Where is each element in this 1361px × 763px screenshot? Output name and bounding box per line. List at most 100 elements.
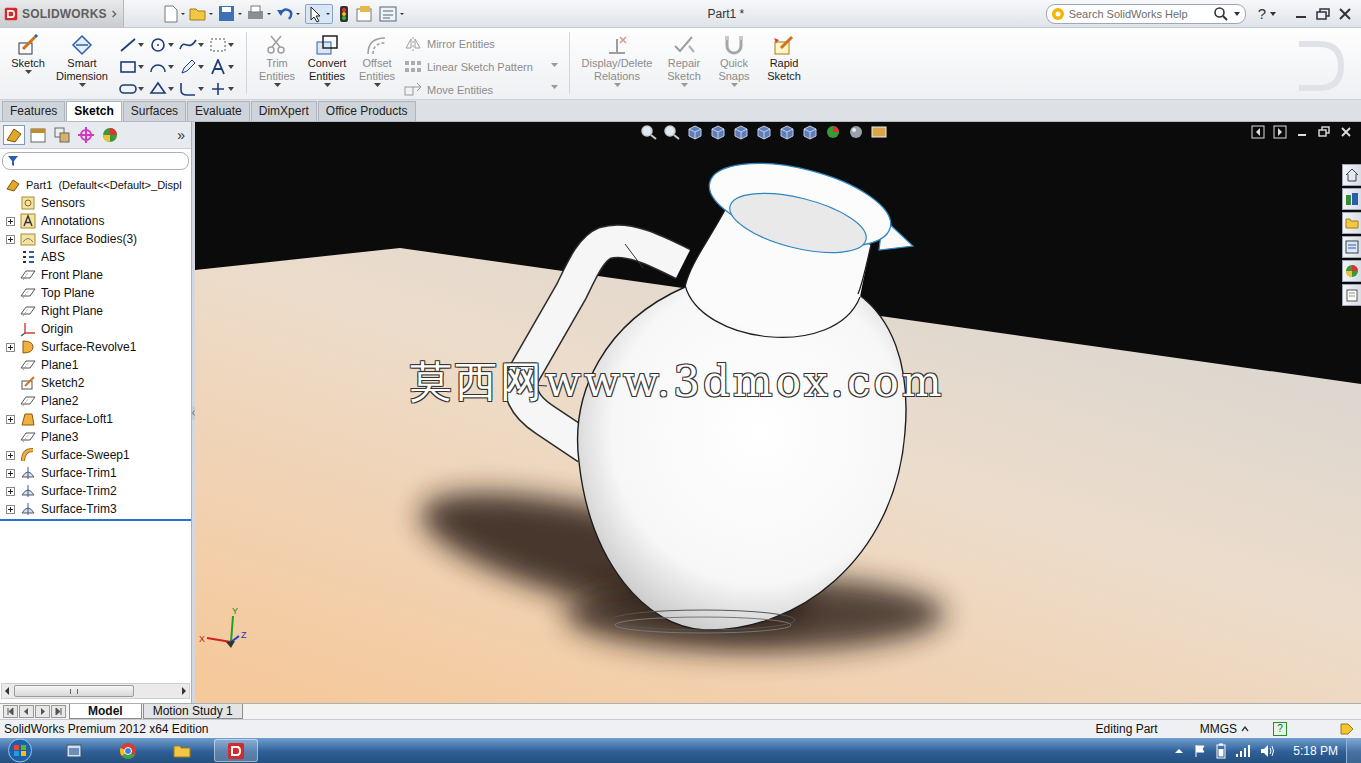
sketch-tool-button[interactable] xyxy=(149,78,179,100)
minimize-icon[interactable] xyxy=(1295,125,1309,139)
undo-icon[interactable] xyxy=(276,5,302,23)
display-manager-tab[interactable] xyxy=(99,125,121,145)
taskbar-app[interactable] xyxy=(106,739,150,762)
ribbon-button[interactable]: Display/Delete Relations xyxy=(577,32,657,94)
first-tab-icon[interactable] xyxy=(3,705,18,718)
sketch-tool-button[interactable] xyxy=(209,78,239,100)
expand-plus-icon[interactable] xyxy=(6,343,15,352)
close-icon[interactable] xyxy=(1339,125,1353,139)
options-icon[interactable] xyxy=(378,5,406,23)
dropdown-arrow-icon[interactable] xyxy=(551,63,558,68)
help-search-field[interactable]: Search SolidWorks Help xyxy=(1046,4,1246,24)
sketch-tool-button[interactable] xyxy=(179,78,209,100)
view-tool-icon[interactable] xyxy=(801,124,819,140)
new-icon[interactable] xyxy=(162,5,186,23)
task-pane-tab[interactable] xyxy=(1342,212,1361,234)
tree-item[interactable]: Plane2 xyxy=(0,392,191,410)
help-button[interactable]: ? xyxy=(1258,5,1277,22)
taskbar-app[interactable] xyxy=(214,739,258,762)
expand-plus-icon[interactable] xyxy=(6,217,15,226)
command-tab[interactable]: Sketch xyxy=(66,101,121,121)
restore-icon[interactable] xyxy=(1315,7,1331,21)
task-pane-tab[interactable] xyxy=(1342,284,1361,306)
open-icon[interactable] xyxy=(189,5,215,23)
expand-plus-icon[interactable] xyxy=(6,235,15,244)
model-tab[interactable]: Motion Study 1 xyxy=(143,704,243,719)
tree-item[interactable]: Origin xyxy=(0,320,191,338)
view-tool-icon[interactable] xyxy=(709,124,727,140)
show-desktop-button[interactable] xyxy=(1346,738,1361,763)
menu-arrow-icon[interactable] xyxy=(111,9,117,19)
task-pane-tab[interactable] xyxy=(1342,188,1361,210)
view-tool-icon[interactable] xyxy=(686,124,704,140)
jug-model-scene[interactable] xyxy=(195,122,1361,703)
ribbon-button[interactable]: Convert Entities xyxy=(304,32,350,94)
sketch-tool-button[interactable] xyxy=(149,34,179,56)
model-tab[interactable]: Model xyxy=(69,704,142,719)
tree-item[interactable]: Right Plane xyxy=(0,302,191,320)
tree-item[interactable]: Top Plane xyxy=(0,284,191,302)
magnifier-icon[interactable] xyxy=(1213,6,1229,22)
minimize-icon[interactable] xyxy=(1293,7,1309,21)
restore-icon[interactable] xyxy=(1317,125,1331,139)
battery-icon[interactable] xyxy=(1216,743,1226,759)
network-icon[interactable] xyxy=(1235,744,1251,758)
sketch-tool-button[interactable] xyxy=(119,78,149,100)
close-icon[interactable] xyxy=(1337,7,1353,21)
tree-root[interactable]: Part1 (Default<<Default>_Displ xyxy=(0,176,191,194)
unit-system-button[interactable]: MMGS xyxy=(1200,722,1249,736)
graphics-area[interactable]: 莫西网www.3dmox.comXYZ xyxy=(195,122,1361,703)
sketch-tool-button[interactable] xyxy=(119,56,149,78)
scroll-right-icon[interactable] xyxy=(179,685,189,697)
tree-item[interactable]: Surface-Loft1 xyxy=(0,410,191,428)
tree-item[interactable]: ABS xyxy=(0,248,191,266)
sketch-tool-button[interactable] xyxy=(149,56,179,78)
command-tab[interactable]: Office Products xyxy=(318,101,416,121)
expand-panel-button[interactable]: » xyxy=(177,127,188,143)
tree-item[interactable]: Front Plane xyxy=(0,266,191,284)
tree-item[interactable]: Surface-Revolve1 xyxy=(0,338,191,356)
previous-view-icon[interactable] xyxy=(1251,125,1265,139)
view-tool-icon[interactable] xyxy=(755,124,773,140)
taskbar-app[interactable] xyxy=(52,739,96,762)
save-icon[interactable] xyxy=(218,5,244,23)
feature-manager-tab[interactable] xyxy=(3,125,25,145)
command-tab[interactable]: Surfaces xyxy=(123,101,186,121)
ribbon-button[interactable]: Offset Entities xyxy=(354,32,400,94)
tree-item[interactable]: Plane3 xyxy=(0,428,191,446)
file-properties-icon[interactable] xyxy=(355,5,375,23)
sketch-tool-button[interactable] xyxy=(209,34,239,56)
expand-plus-icon[interactable] xyxy=(6,487,15,496)
configuration-manager-tab[interactable] xyxy=(51,125,73,145)
view-tool-icon[interactable] xyxy=(778,124,796,140)
ribbon-button[interactable]: Sketch xyxy=(5,32,51,94)
tree-item[interactable]: Plane1 xyxy=(0,356,191,374)
ribbon-button[interactable]: Trim Entities xyxy=(254,32,300,94)
tree-item[interactable]: Surface-Trim3 xyxy=(0,500,191,518)
status-help-button[interactable]: ? xyxy=(1273,722,1287,736)
dropdown-arrow-icon[interactable] xyxy=(1233,10,1241,18)
tray-arrow-icon[interactable] xyxy=(1174,746,1184,756)
ribbon-small-button[interactable]: Mirror Entities xyxy=(404,34,562,54)
sketch-tool-button[interactable] xyxy=(179,56,209,78)
ribbon-button[interactable]: Rapid Sketch xyxy=(761,32,807,94)
expand-plus-icon[interactable] xyxy=(6,451,15,460)
ribbon-small-button[interactable]: Linear Sketch Pattern xyxy=(404,57,562,77)
next-tab-icon[interactable] xyxy=(35,705,50,718)
view-tool-icon[interactable] xyxy=(640,124,658,140)
task-pane-tab[interactable] xyxy=(1342,260,1361,282)
logo[interactable]: SOLIDWORKS xyxy=(0,0,124,27)
command-tab[interactable]: DimXpert xyxy=(251,101,317,121)
sketch-tool-button[interactable] xyxy=(209,56,239,78)
task-pane-tab[interactable] xyxy=(1342,164,1361,186)
volume-icon[interactable] xyxy=(1260,744,1276,758)
ribbon-button[interactable]: Smart Dimension xyxy=(55,32,109,94)
tree-filter-field[interactable] xyxy=(2,152,189,170)
scroll-left-icon[interactable] xyxy=(2,685,12,697)
sketch-tool-button[interactable] xyxy=(119,34,149,56)
expand-plus-icon[interactable] xyxy=(6,415,15,424)
expand-plus-icon[interactable] xyxy=(6,505,15,514)
tree-item[interactable]: Annotations xyxy=(0,212,191,230)
rebuild-icon[interactable] xyxy=(336,5,352,23)
last-tab-icon[interactable] xyxy=(51,705,66,718)
